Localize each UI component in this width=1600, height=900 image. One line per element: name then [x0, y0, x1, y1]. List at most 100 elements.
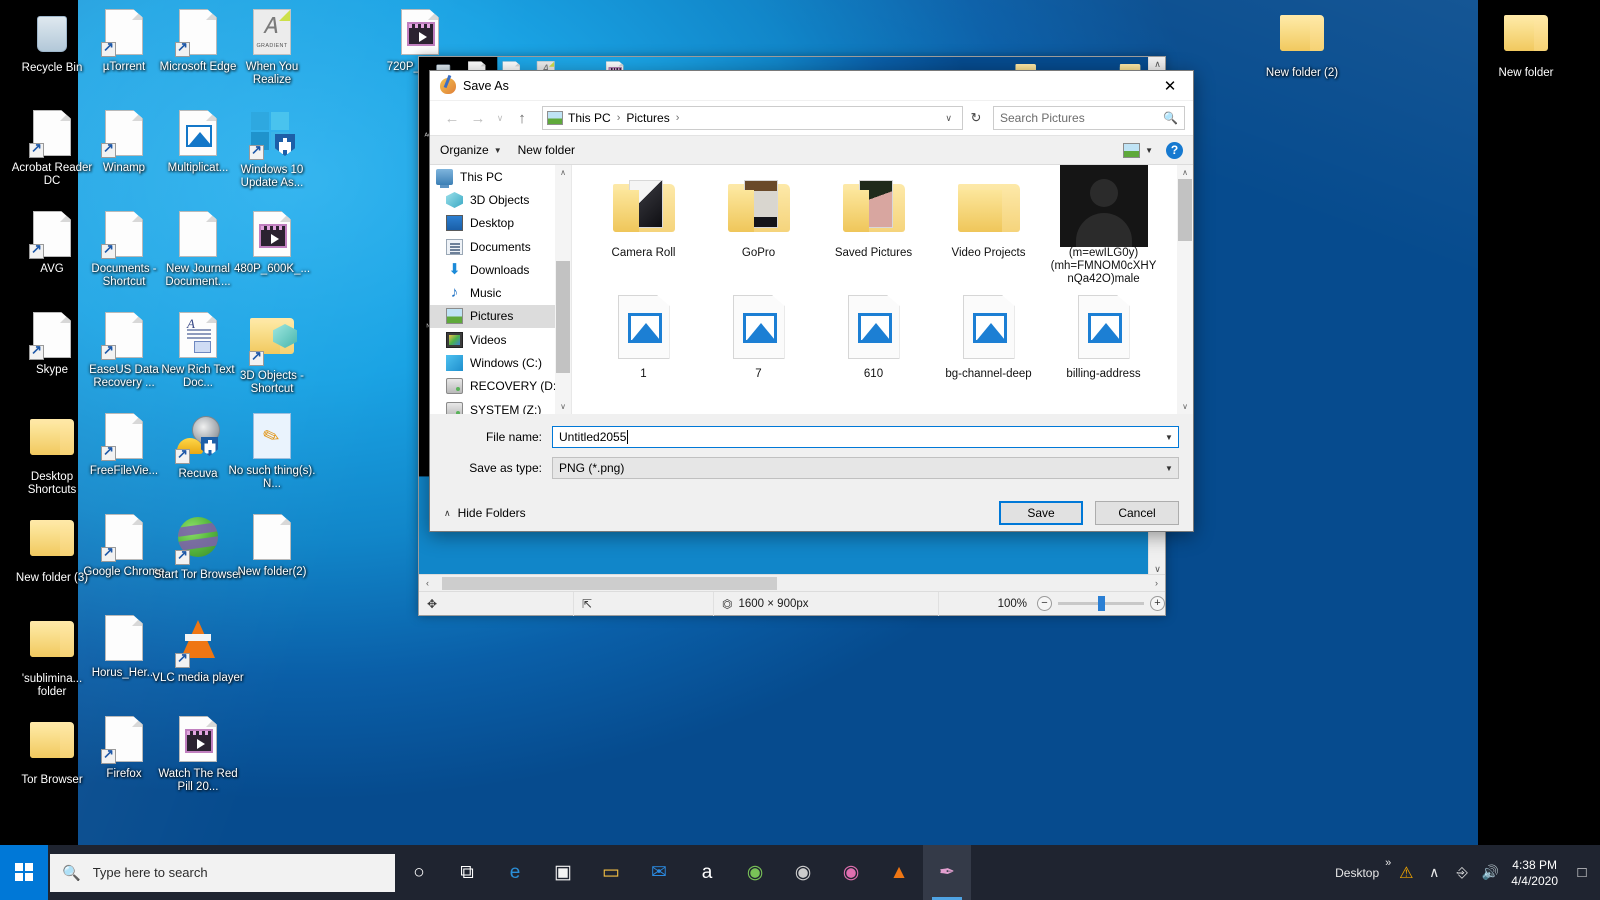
- breadcrumb-dropdown-icon[interactable]: ∨: [939, 113, 958, 124]
- desktop-icon-8[interactable]: Windows 10 Update As...: [226, 109, 318, 190]
- sidebar-item-pictures[interactable]: Pictures: [430, 304, 571, 329]
- cancel-button[interactable]: Cancel: [1095, 501, 1179, 525]
- desktop-icon-30[interactable]: Watch The Red Pill 20...: [152, 715, 244, 794]
- file-name: 610: [863, 368, 884, 380]
- search-input[interactable]: Search Pictures 🔍: [993, 106, 1185, 130]
- sidebar-item-windows-c[interactable]: Windows (C:): [430, 351, 571, 374]
- file-item[interactable]: 610: [816, 286, 931, 381]
- savetype-select[interactable]: PNG (*.png) ▼: [552, 457, 1179, 479]
- files-scroll-thumb[interactable]: [1178, 179, 1192, 241]
- recent-locations-icon[interactable]: ∨: [492, 106, 508, 130]
- breadcrumb[interactable]: This PC › Pictures › ∨: [542, 106, 963, 130]
- refresh-icon[interactable]: ↻: [965, 110, 987, 126]
- file-list-scrollbar[interactable]: ∧ ∨: [1177, 165, 1193, 414]
- zoom-slider-thumb[interactable]: [1098, 596, 1105, 611]
- hscroll-track[interactable]: [436, 574, 1148, 592]
- desktop-icon-32[interactable]: New folder: [1480, 8, 1572, 80]
- files-scroll-up-arrow[interactable]: ∧: [1177, 168, 1193, 177]
- cortana-icon[interactable]: ○: [395, 845, 443, 900]
- tray-expand-icon[interactable]: ∧: [1421, 864, 1447, 881]
- desktop-icon-20[interactable]: No such thing(s). N...: [226, 412, 318, 491]
- zoom-in-button[interactable]: +: [1150, 596, 1165, 611]
- tripadvisor-icon[interactable]: ◉: [731, 845, 779, 900]
- files-scroll-down-arrow[interactable]: ∨: [1177, 402, 1193, 411]
- clock[interactable]: 4:38 PM 4/4/2020: [1505, 857, 1568, 889]
- filename-dropdown-icon[interactable]: ▼: [1160, 427, 1178, 447]
- sidebar-item-system-z[interactable]: SYSTEM (Z:): [430, 398, 571, 414]
- savetype-dropdown-icon[interactable]: ▼: [1160, 458, 1178, 478]
- desktop-icon-3[interactable]: GRADIENT When You Realize: [226, 8, 318, 87]
- hide-folders-toggle[interactable]: ∧ Hide Folders: [444, 506, 526, 520]
- volume-icon[interactable]: 🔊: [1477, 864, 1503, 881]
- sidebar-item-this-pc[interactable]: This PC: [430, 165, 571, 188]
- desktop-icon-16[interactable]: 3D Objects - Shortcut: [226, 311, 318, 396]
- zoom-slider-track[interactable]: [1058, 596, 1144, 611]
- help-icon[interactable]: ?: [1166, 141, 1183, 159]
- filename-input[interactable]: Untitled2055 ▼: [552, 426, 1179, 448]
- sidebar-item-videos[interactable]: Videos: [430, 328, 571, 351]
- sidebar-item-music[interactable]: ♪ Music: [430, 281, 571, 304]
- file-item[interactable]: Saved Pictures: [816, 165, 931, 286]
- file-explorer-icon[interactable]: ▭: [587, 845, 635, 900]
- paint-horizontal-scrollbar[interactable]: ‹ ›: [419, 574, 1165, 592]
- dialog-sidebar[interactable]: This PC 3D Objects Desktop Documents ⬇ Downlo…: [430, 165, 572, 414]
- desktop-icon-27[interactable]: VLC media player: [152, 614, 244, 685]
- close-icon[interactable]: ✕: [1147, 71, 1193, 101]
- file-item[interactable]: 7: [701, 286, 816, 381]
- save-button[interactable]: Save: [999, 501, 1083, 525]
- task-view-icon[interactable]: ⧉: [443, 845, 491, 900]
- sidebar-item-downloads[interactable]: ⬇ Downloads: [430, 258, 571, 281]
- warning-icon[interactable]: ⚠: [1393, 863, 1419, 883]
- desktop-icon-31[interactable]: New folder (2): [1256, 8, 1348, 80]
- up-icon[interactable]: ↑: [510, 106, 534, 130]
- amazon-icon[interactable]: a: [683, 845, 731, 900]
- tray-overflow-icon[interactable]: »: [1385, 857, 1391, 869]
- microsoft-store-icon[interactable]: ▣: [539, 845, 587, 900]
- scroll-left-arrow[interactable]: ‹: [419, 578, 436, 588]
- tray-desktop-label[interactable]: Desktop: [1331, 866, 1383, 880]
- hscroll-thumb[interactable]: [442, 576, 777, 590]
- new-folder-button[interactable]: New folder: [518, 143, 575, 157]
- sidebar-item-desktop[interactable]: Desktop: [430, 212, 571, 235]
- file-item[interactable]: bg-channel-deep: [931, 286, 1046, 381]
- file-item[interactable]: Video Projects: [931, 165, 1046, 286]
- file-item[interactable]: Camera Roll: [586, 165, 701, 286]
- sidebar-scroll-up-arrow[interactable]: ∧: [555, 168, 571, 177]
- sidebar-item-3d-objects[interactable]: 3D Objects: [430, 188, 571, 211]
- sidebar-scrollbar[interactable]: ∧ ∨: [555, 165, 571, 414]
- dialog-title-bar[interactable]: Save As ✕: [430, 71, 1193, 101]
- vlc-icon[interactable]: ▲: [875, 845, 923, 900]
- zoom-controls[interactable]: 100% − +: [998, 596, 1165, 611]
- paint-icon[interactable]: ✒: [923, 845, 971, 900]
- scroll-up-arrow[interactable]: ∧: [1149, 59, 1166, 70]
- file-item[interactable]: GoPro: [701, 165, 816, 286]
- microsoft-edge-icon[interactable]: e: [491, 845, 539, 900]
- forward-icon[interactable]: →: [466, 106, 490, 130]
- breadcrumb-segment-this-pc[interactable]: This PC: [568, 111, 611, 125]
- save-as-dialog[interactable]: Save As ✕ ← → ∨ ↑ This PC › Pictures › ∨…: [429, 70, 1194, 532]
- sidebar-item-documents[interactable]: Documents: [430, 235, 571, 258]
- file-item[interactable]: billing-address: [1046, 286, 1161, 381]
- file-list[interactable]: Camera Roll GoPro Saved Pictures Video Proj…: [572, 165, 1193, 414]
- breadcrumb-segment-pictures[interactable]: Pictures: [626, 111, 669, 125]
- file-item[interactable]: 1: [586, 286, 701, 381]
- zoom-out-button[interactable]: −: [1037, 596, 1052, 611]
- start-button[interactable]: [0, 845, 48, 900]
- sidebar-item-recovery-d[interactable]: RECOVERY (D:): [430, 375, 571, 398]
- back-icon[interactable]: ←: [440, 106, 464, 130]
- file-item[interactable]: (m=ewILG0y)(mh=FMNOM0cXHYnQa42O)male: [1046, 165, 1161, 286]
- notification-center-icon[interactable]: □: [1570, 864, 1594, 881]
- media-app-icon[interactable]: ◉: [779, 845, 827, 900]
- text-caret: [627, 430, 629, 444]
- view-options-button[interactable]: ▼: [1123, 142, 1153, 158]
- mail-icon[interactable]: ✉: [635, 845, 683, 900]
- sidebar-scroll-thumb[interactable]: [556, 261, 570, 373]
- network-icon[interactable]: ⎆: [1449, 864, 1475, 881]
- organize-button[interactable]: Organize ▼: [440, 143, 502, 157]
- desktop-icon-12[interactable]: 480P_600K_...: [226, 210, 318, 276]
- taskbar-search-box[interactable]: 🔍 Type here to search: [50, 853, 395, 892]
- scroll-right-arrow[interactable]: ›: [1148, 578, 1165, 588]
- color-app-icon[interactable]: ◉: [827, 845, 875, 900]
- sidebar-scroll-down-arrow[interactable]: ∨: [555, 402, 571, 411]
- desktop-icon-24[interactable]: New folder(2): [226, 513, 318, 579]
